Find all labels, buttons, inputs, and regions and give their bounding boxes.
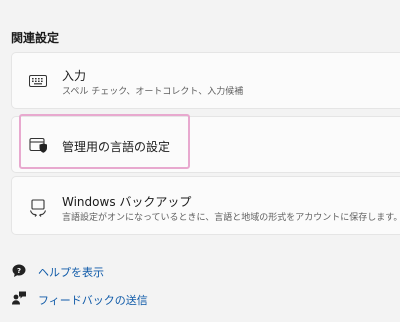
admin-language-card-title: 管理用の言語の設定 [62,140,171,154]
admin-shield-window-icon [28,135,48,155]
svg-text:?: ? [17,267,21,275]
backup-sync-icon [28,197,48,217]
input-card-title: 入力 [62,69,87,83]
input-card-description: スペル チェック、オートコレクト、入力候補 [62,87,244,97]
get-help-link[interactable]: ヘルプを表示 [38,264,104,280]
backup-card-title: Windows バックアップ [62,195,192,209]
admin-language-settings-card[interactable]: 管理用の言語の設定 [11,116,400,173]
feedback-person-icon [11,290,27,306]
input-settings-card[interactable]: 入力 スペル チェック、オートコレクト、入力候補 [11,52,400,109]
section-title: 関連設定 [11,31,60,45]
send-feedback-link[interactable]: フィードバックの送信 [38,292,148,308]
windows-backup-card[interactable]: Windows バックアップ 言語設定がオンになっているときに、言語と地域の形式… [11,176,400,235]
keyboard-icon [28,71,48,91]
related-settings-page: 関連設定 入力 スペル チェック、オートコレクト、入力候補 管理用の言語の設定 … [0,0,400,322]
help-chat-icon: ? [11,263,27,279]
backup-card-description: 言語設定がオンになっているときに、言語と地域の形式をアカウントに保存します。 [62,213,400,223]
